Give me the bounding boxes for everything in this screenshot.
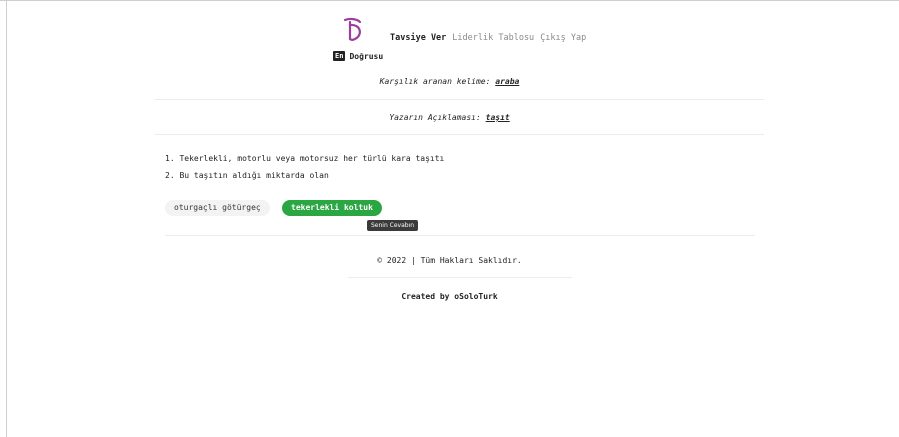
definition-item: 2. Bu taşıtın aldığı miktarda olan <box>165 171 329 180</box>
nav-cikis-yap[interactable]: Çıkış Yap <box>540 33 586 43</box>
divider <box>165 235 755 236</box>
nav-tavsiye-ver[interactable]: Tavsiye Ver <box>390 33 446 43</box>
window-top-border <box>0 0 899 1</box>
search-word-line: Karşılık aranan kelime: araba <box>0 77 899 86</box>
answer-tooltip: Senin Cevabın <box>367 220 419 231</box>
language-badge: En <box>333 51 346 61</box>
footer-credit: Created by oSoloTurk <box>401 292 498 301</box>
author-description-line: Yazarın Açıklaması: taşıt <box>0 113 899 122</box>
nav-liderlik-tablosu[interactable]: Liderlik Tablosu <box>452 33 534 43</box>
footer-copyright: © 2022 | Tüm Hakları Saklıdır. <box>377 256 522 265</box>
divider <box>155 99 764 100</box>
choice-button-alternative[interactable]: oturgaçlı götürgeç <box>165 200 270 216</box>
definition-list: 1. Tekerlekli, motorlu veya motorsuz her… <box>165 150 444 184</box>
search-word-label: Karşılık aranan kelime: <box>379 77 491 86</box>
choice-button-your-answer[interactable]: tekerlekli koltuk <box>282 200 382 216</box>
logo-icon[interactable] <box>341 17 365 43</box>
brand-name[interactable]: En Doğrusu <box>333 51 383 61</box>
brand-label: Doğrusu <box>349 51 384 61</box>
author-description-label: Yazarın Açıklaması: <box>389 113 481 122</box>
top-nav: Tavsiye Ver Liderlik Tablosu Çıkış Yap <box>390 33 586 43</box>
divider <box>155 134 764 135</box>
footer-divider <box>348 277 572 278</box>
window-left-border <box>6 0 7 437</box>
definition-item: 1. Tekerlekli, motorlu veya motorsuz her… <box>165 154 445 163</box>
author-description-value[interactable]: taşıt <box>486 113 510 122</box>
search-word-value[interactable]: araba <box>495 77 519 86</box>
